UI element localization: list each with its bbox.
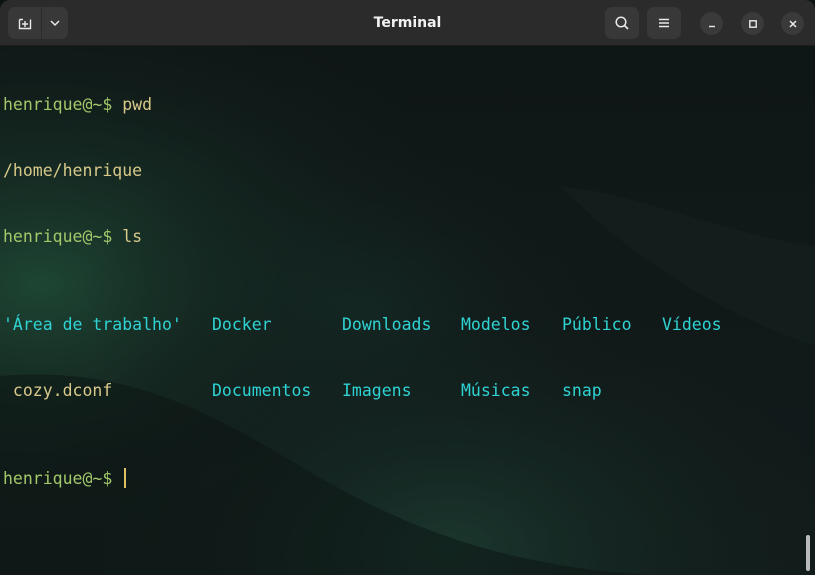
close-icon	[788, 19, 797, 28]
ls-entry-directory: Músicas	[461, 381, 531, 400]
terminal-line: henrique@~$ ls	[3, 226, 152, 248]
ls-entry-directory: Docker	[212, 315, 272, 334]
shell-prompt: henrique@~$	[3, 469, 113, 488]
text-cursor	[124, 468, 127, 488]
search-icon	[615, 16, 629, 30]
tab-menu-dropdown-button[interactable]	[42, 7, 68, 39]
ls-entry-directory: Vídeos	[662, 315, 722, 334]
ls-entry-file: cozy.dconf	[3, 381, 113, 400]
minimize-icon	[708, 25, 715, 27]
hamburger-menu-icon	[659, 18, 669, 28]
chevron-down-icon	[50, 20, 60, 27]
terminal-line: henrique@~$ pwd	[3, 94, 152, 116]
ls-entry-directory: Downloads	[342, 315, 432, 334]
terminal-line: henrique@~$	[3, 468, 152, 490]
ls-output-row: cozy.dconf Documentos Imagens Músicas sn…	[3, 380, 602, 402]
terminal-line: /home/henrique	[3, 160, 152, 182]
ls-entry-directory: 'Área de trabalho'	[3, 315, 182, 334]
maximize-icon	[748, 19, 757, 28]
ls-entry-directory: snap	[562, 381, 602, 400]
maximize-button[interactable]	[741, 12, 764, 35]
command-text: ls	[112, 227, 143, 246]
shell-prompt: henrique@~$	[3, 227, 113, 246]
ls-entry-directory: Documentos	[212, 381, 312, 400]
search-button[interactable]	[605, 7, 639, 39]
scrollbar-thumb[interactable]	[806, 535, 810, 571]
new-tab-icon	[18, 18, 31, 30]
main-menu-button[interactable]	[647, 7, 681, 39]
close-button[interactable]	[781, 12, 804, 35]
window-title: Terminal	[373, 15, 442, 31]
ls-output-row: 'Área de trabalho' Docker Downloads Mode…	[3, 314, 722, 336]
command-output: /home/henrique	[3, 161, 143, 180]
shell-prompt: henrique@~$	[3, 95, 113, 114]
new-tab-button[interactable]	[8, 7, 41, 39]
command-text: pwd	[112, 95, 153, 114]
terminal-area[interactable]: henrique@~$ pwd /home/henrique henrique@…	[0, 46, 815, 575]
header-bar: Terminal	[0, 0, 815, 46]
terminal-output: henrique@~$ pwd /home/henrique henrique@…	[3, 50, 722, 534]
ls-entry-directory: Imagens	[342, 381, 412, 400]
minimize-button[interactable]	[700, 12, 723, 35]
ls-entry-directory: Modelos	[461, 315, 531, 334]
ls-entry-directory: Público	[562, 315, 632, 334]
terminal-window: Terminal henrique@~$ pwd /home/henrique …	[0, 0, 815, 575]
